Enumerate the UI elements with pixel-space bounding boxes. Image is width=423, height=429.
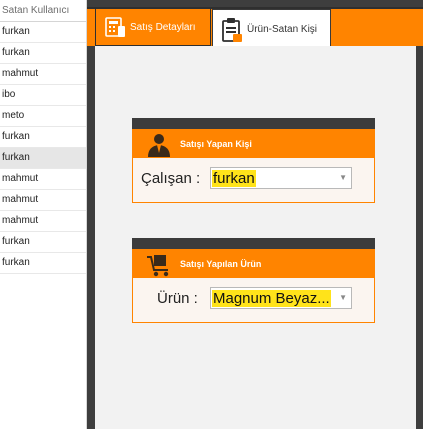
list-item[interactable]: furkan (0, 253, 86, 274)
cart-icon (146, 252, 172, 276)
column-header-satan-kullanici[interactable]: Satan Kullanıcı (0, 0, 86, 22)
list-item[interactable]: mahmut (0, 64, 86, 85)
list-item[interactable]: furkan (0, 22, 86, 43)
list-item-selected[interactable]: furkan (0, 148, 86, 169)
person-icon (146, 132, 172, 157)
group-body: Ürün : Magnum Beyaz... ▼ (132, 278, 375, 323)
product-group: Satışı Yapılan Ürün Ürün : Magnum Beyaz.… (132, 238, 375, 323)
list-item[interactable]: furkan (0, 43, 86, 64)
chevron-down-icon[interactable]: ▼ (339, 291, 347, 305)
employee-label: Çalışan : (141, 170, 201, 187)
chevron-down-icon[interactable]: ▼ (339, 171, 347, 185)
list-item[interactable]: meto (0, 106, 86, 127)
group-top-bar (132, 118, 375, 129)
product-combobox[interactable]: Magnum Beyaz... ▼ (210, 287, 352, 309)
detail-area: Satış Detayları Ürün-Satan Kişi Satışı Y… (87, 0, 423, 429)
register-icon (104, 15, 126, 39)
tab-urun-satan-kisi[interactable]: Ürün-Satan Kişi (212, 9, 331, 48)
list-item[interactable]: mahmut (0, 211, 86, 232)
product-label: Ürün : (157, 290, 198, 307)
employee-combobox[interactable]: furkan ▼ (210, 167, 352, 189)
tab-satis-detaylari[interactable]: Satış Detayları (95, 9, 211, 46)
clipboard-icon (221, 17, 243, 42)
group-body: Çalışan : furkan ▼ (132, 158, 375, 203)
group-top-bar (132, 238, 375, 249)
employee-value: furkan (212, 170, 256, 187)
list-item[interactable]: mahmut (0, 190, 86, 211)
list-item[interactable]: furkan (0, 127, 86, 148)
group-header: Satışı Yapan Kişi (132, 129, 375, 158)
product-value: Magnum Beyaz... (212, 290, 331, 307)
group-title: Satışı Yapılan Ürün (180, 258, 262, 269)
list-item[interactable]: furkan (0, 232, 86, 253)
tab-strip: Satış Detayları Ürün-Satan Kişi (87, 7, 423, 48)
list-item[interactable]: ibo (0, 85, 86, 106)
list-item[interactable]: mahmut (0, 169, 86, 190)
group-title: Satışı Yapan Kişi (180, 138, 252, 149)
seller-list[interactable]: Satan Kullanıcı furkan furkan mahmut ibo… (0, 0, 87, 429)
tab-label: Ürün-Satan Kişi (247, 23, 318, 35)
seller-group: Satışı Yapan Kişi Çalışan : furkan ▼ (132, 118, 375, 203)
tab-content-panel: Satışı Yapan Kişi Çalışan : furkan ▼ Sat… (95, 46, 416, 429)
tab-label: Satış Detayları (130, 21, 196, 33)
group-header: Satışı Yapılan Ürün (132, 249, 375, 278)
